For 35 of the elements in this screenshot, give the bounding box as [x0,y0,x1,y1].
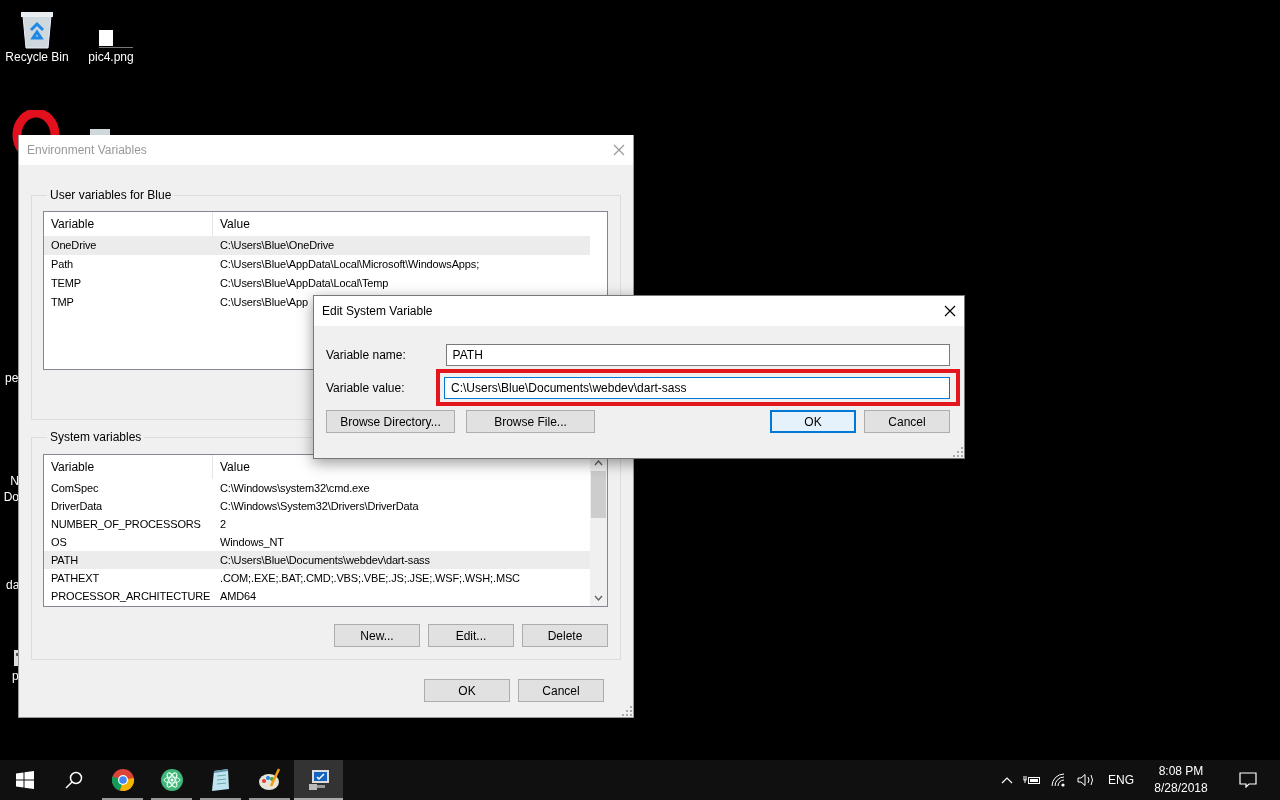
field-label: Variable name: [326,348,407,362]
variable-name: DriverData [50,499,104,514]
variable-value: C:\Users\Blue\AppData\Local\Microsoft\WindowsApps; [219,257,480,272]
variable-name: TEMP [50,276,82,291]
variable-value: C:\Users\Blue\Documents\webdev\dart-sass [219,553,430,568]
group-title: System variables [49,430,143,444]
variable-value: AMD64 [219,589,256,604]
variable-value: .COM;.EXE;.BAT;.CMD;.VBS;.VBE;.JS;.JSE;.WSF;.WSH;.MSC [219,571,520,586]
variable-value: C:\Windows\system32\cmd.exe [219,481,370,496]
variable-value: C:\Users\Blue\App [219,295,308,310]
window-title: Environment Variables [27,143,147,157]
variable-name: OneDrive [50,238,98,253]
icon-label: Recycle Bin [5,50,69,64]
icon-label: N [10,473,19,489]
variable-value: 2 [219,517,226,532]
variable-name: Path [50,257,75,272]
window-title: Edit System Variable [322,304,433,318]
field-label: Variable value: [326,381,406,395]
variable-name: NUMBER_OF_PROCESSORS [50,517,202,532]
variable-value: Windows_NT [219,535,284,550]
icon-label: p [12,668,19,684]
variable-value: C:\Users\Blue\OneDrive [219,238,335,253]
variable-name: ComSpec [50,481,100,496]
variable-value: C:\Windows\System32\Drivers\DriverData [219,499,419,514]
variable-name: TMP [50,295,75,310]
icon-label: pic4.png [88,50,134,64]
variable-name: PATH [50,553,80,568]
variable-value: C:\Users\Blue\AppData\Local\Temp [219,276,389,291]
variable-name: OS [50,535,68,550]
variable-name: PATHEXT [50,571,101,586]
icon-label: pe [5,370,19,386]
group-title: User variables for Blue [49,188,173,202]
variable-name: PROCESSOR_ARCHITECTURE [50,589,212,604]
icon-label: da [6,577,20,593]
icon-label: Do [3,489,19,505]
